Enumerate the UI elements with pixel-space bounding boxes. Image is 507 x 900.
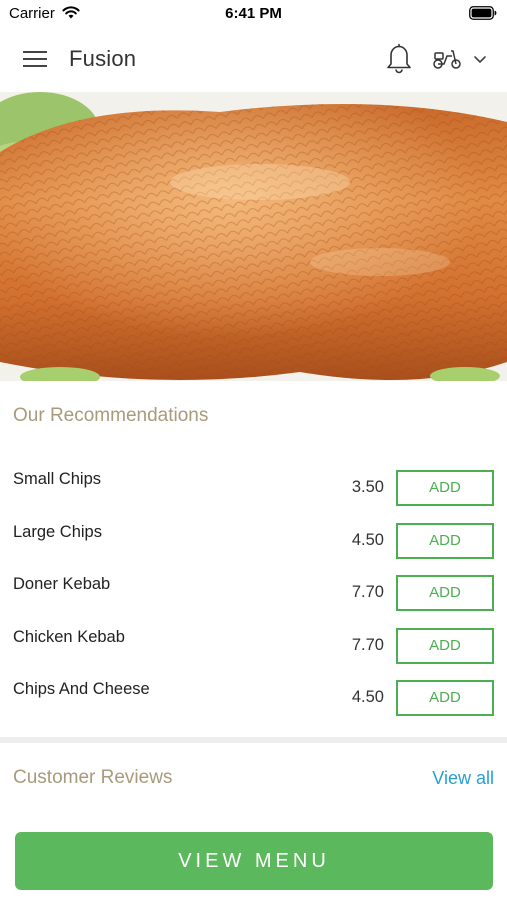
list-item: Chicken Kebab 7.70 ADD (0, 620, 507, 673)
section-divider (0, 737, 507, 743)
item-price: 4.50 (351, 530, 384, 549)
add-button[interactable]: ADD (396, 522, 494, 559)
recommendations-list: Small Chips 3.50 ADD Large Chips 4.50 AD… (0, 462, 507, 725)
item-price: 7.70 (351, 635, 384, 654)
add-button[interactable]: ADD (396, 470, 494, 506)
recommendations-title: Our Recommendations (13, 405, 209, 426)
item-price: 4.50 (351, 688, 384, 706)
add-button[interactable]: ADD (396, 575, 494, 611)
roast-duck-photo (0, 92, 507, 381)
view-menu-button[interactable]: VIEW MENU (15, 832, 493, 890)
add-button[interactable]: ADD (396, 627, 494, 664)
item-name: Chicken Kebab (13, 627, 125, 646)
item-price: 3.50 (351, 478, 384, 496)
status-bar: Carrier 6:41 PM (0, 0, 507, 28)
item-name: Chips And Cheese (13, 680, 150, 698)
item-name: Doner Kebab (13, 575, 111, 593)
item-name: Small Chips (13, 470, 102, 488)
list-item: Small Chips 3.50 ADD (0, 462, 507, 515)
battery-icon (469, 6, 497, 20)
scooter-icon[interactable] (432, 48, 462, 70)
status-time: 6:41 PM (225, 5, 282, 22)
app-header: Fusion (0, 28, 507, 92)
list-item: Large Chips 4.50 ADD (0, 515, 507, 568)
reviews-title: Customer Reviews (13, 767, 173, 788)
item-name: Large Chips (13, 522, 102, 541)
hero-image (0, 92, 507, 381)
menu-icon[interactable] (23, 50, 47, 68)
add-button[interactable]: ADD (396, 680, 494, 716)
bell-icon[interactable] (386, 42, 412, 74)
app-title: Fusion (69, 46, 137, 71)
list-item: Chips And Cheese 4.50 ADD (0, 672, 507, 725)
item-price: 7.70 (351, 583, 384, 601)
chevron-down-icon[interactable] (473, 54, 487, 64)
list-item: Doner Kebab 7.70 ADD (0, 567, 507, 620)
view-all-link[interactable]: View all (432, 768, 494, 789)
